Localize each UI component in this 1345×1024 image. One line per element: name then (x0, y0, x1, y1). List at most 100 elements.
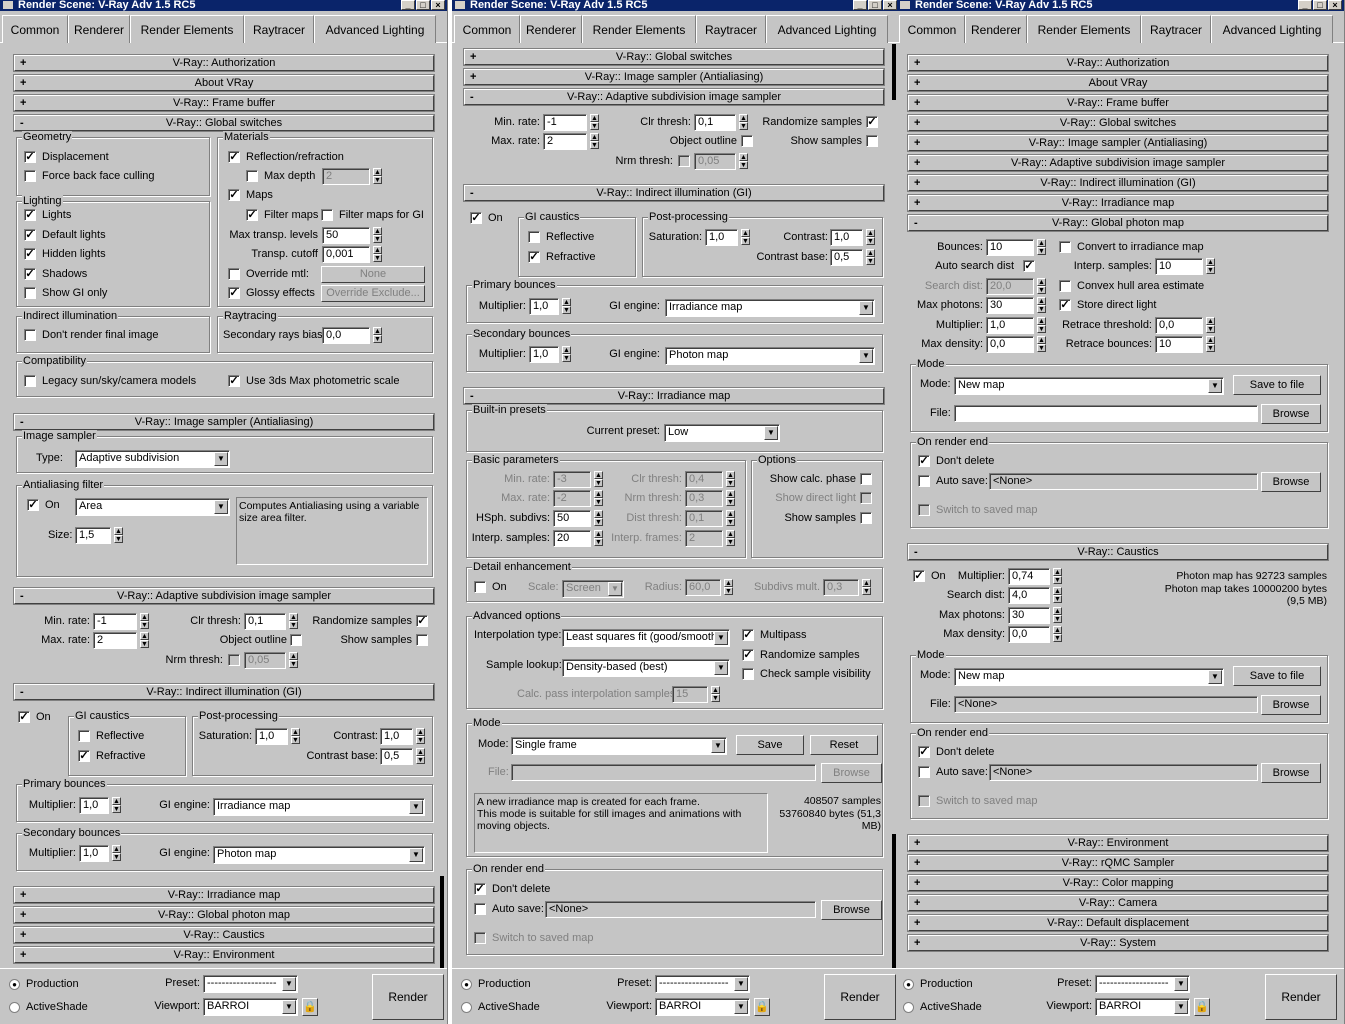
minimize-button[interactable]: _ (853, 0, 867, 10)
sampler-type-dropdown[interactable]: Adaptive subdivision ▼ (75, 450, 230, 468)
max-density-spinner[interactable]: ▲ ▼ (1037, 336, 1046, 353)
auto-save-checkbox[interactable] (474, 903, 486, 915)
rollout-environment[interactable]: + V-Ray:: Environment (907, 834, 1329, 852)
rollout-global-switches[interactable]: + V-Ray:: Global switches (907, 114, 1329, 132)
photon-multiplier-field[interactable]: 1,0 (986, 317, 1034, 334)
max-photons-spinner[interactable]: ▲ ▼ (1037, 297, 1046, 314)
max-transp-field[interactable]: 50 (322, 227, 370, 244)
maximize-button[interactable]: □ (416, 0, 430, 10)
force-backface-checkbox[interactable] (24, 170, 36, 182)
rollout-frame-buffer[interactable]: + V-Ray:: Frame buffer (13, 94, 435, 112)
tab-renderer[interactable]: Renderer (965, 15, 1027, 43)
primary-multiplier-field[interactable]: 1,0 (79, 797, 109, 814)
rollout-gi[interactable]: + V-Ray:: Indirect illumination (GI) (907, 174, 1329, 192)
calc-pass-field[interactable]: 15 (672, 686, 708, 703)
tab-renderer[interactable]: Renderer (520, 15, 582, 43)
scrollbar[interactable] (892, 44, 896, 100)
browse-button[interactable]: Browse (1261, 472, 1321, 492)
secondary-multiplier-field[interactable]: 1,0 (529, 346, 559, 363)
rollout-authorization[interactable]: + V-Ray:: Authorization (13, 54, 435, 72)
nrm-thresh-field[interactable]: 0,05 (694, 153, 736, 170)
tab-advanced-lighting[interactable]: Advanced Lighting (314, 15, 436, 43)
nrm-thresh-spinner[interactable]: ▲ ▼ (739, 153, 748, 170)
lights-checkbox[interactable]: ✓ (24, 209, 36, 221)
contrast-field[interactable]: 1,0 (380, 728, 413, 745)
rollout-image-sampler[interactable]: + V-Ray:: Image sampler (Antialiasing) (463, 68, 885, 86)
tab-render-elements[interactable]: Render Elements (582, 15, 696, 43)
radius-field[interactable]: 60,0 (685, 579, 721, 596)
refractive-checkbox[interactable]: ✓ (78, 750, 90, 762)
secondary-multiplier-spinner[interactable]: ▲ ▼ (112, 845, 121, 862)
radius-spinner[interactable]: ▲ ▼ (724, 579, 733, 596)
caustics-file-field[interactable]: <None> (954, 696, 1258, 713)
caustics-search-dist-spinner[interactable]: ▲ ▼ (1053, 587, 1062, 604)
max-density-field[interactable]: 0,0 (986, 336, 1034, 353)
min-rate-field[interactable]: -1 (543, 114, 587, 131)
auto-save-field[interactable]: <None> (989, 473, 1258, 490)
filter-size-spinner[interactable]: ▲ ▼ (114, 527, 123, 544)
save-button[interactable]: Save (736, 735, 804, 755)
caustics-max-photons-spinner[interactable]: ▲ ▼ (1053, 607, 1062, 624)
photon-file-field[interactable] (954, 405, 1258, 422)
gi-on-checkbox[interactable]: ✓ (18, 711, 30, 723)
min-rate-spinner[interactable]: ▲ ▼ (590, 114, 599, 131)
max-rate-spinner[interactable]: ▲ ▼ (140, 632, 149, 649)
viewport-dropdown[interactable]: BARROI ▼ (203, 998, 298, 1016)
rollout-global-photon-map[interactable]: - V-Ray:: Global photon map (907, 214, 1329, 232)
secondary-bias-spinner[interactable]: ▲ ▼ (373, 327, 382, 344)
saturation-field[interactable]: 1,0 (255, 728, 288, 745)
rollout-about[interactable]: + About VRay (907, 74, 1329, 92)
hidden-lights-checkbox[interactable]: ✓ (24, 248, 36, 260)
reflective-checkbox[interactable] (528, 231, 540, 243)
rollout-global-switches[interactable]: + V-Ray:: Global switches (463, 48, 885, 66)
caustics-switch-saved-checkbox[interactable] (918, 795, 930, 807)
viewport-dropdown[interactable]: BARROI ▼ (655, 998, 750, 1016)
contrast-base-spinner[interactable]: ▲ ▼ (866, 249, 875, 266)
contrast-spinner[interactable]: ▲ ▼ (416, 728, 425, 745)
render-button[interactable]: Render (372, 974, 444, 1020)
dont-delete-checkbox[interactable]: ✓ (918, 455, 930, 467)
dont-delete-checkbox[interactable]: ✓ (474, 883, 486, 895)
tab-common[interactable]: Common (2, 15, 68, 43)
interp-samples-field[interactable]: 20 (553, 530, 591, 547)
lock-icon[interactable]: 🔒 (754, 998, 770, 1016)
nrm-thresh-checkbox[interactable] (678, 155, 690, 167)
preset-dropdown[interactable]: ------------------- ▼ (1095, 975, 1190, 993)
min-rate-field[interactable]: -1 (93, 613, 137, 630)
subdivs-mult-spinner[interactable]: ▲ ▼ (862, 579, 871, 596)
caustics-dont-delete-checkbox[interactable]: ✓ (918, 746, 930, 758)
override-mtl-button[interactable]: None (321, 266, 425, 283)
contrast-base-field[interactable]: 0,5 (380, 748, 413, 765)
retrace-threshold-field[interactable]: 0,0 (1155, 317, 1203, 334)
clr-thresh-spinner[interactable]: ▲ ▼ (289, 613, 298, 630)
tab-common[interactable]: Common (454, 15, 520, 43)
refractive-checkbox[interactable]: ✓ (528, 251, 540, 263)
browse-button[interactable]: Browse (1261, 695, 1321, 715)
retrace-bounces-spinner[interactable]: ▲ ▼ (1206, 336, 1215, 353)
caustics-max-photons-field[interactable]: 30 (1008, 607, 1050, 624)
gi-on-checkbox[interactable]: ✓ (470, 212, 482, 224)
auto-save-checkbox[interactable] (918, 475, 930, 487)
tab-advanced-lighting[interactable]: Advanced Lighting (766, 15, 888, 43)
reflection-refraction-checkbox[interactable]: ✓ (228, 151, 240, 163)
randomize-samples-checkbox[interactable]: ✓ (866, 116, 878, 128)
reset-button[interactable]: Reset (810, 735, 878, 755)
rollout-irradiance-map[interactable]: + V-Ray:: Irradiance map (907, 194, 1329, 212)
caustics-mode-dropdown[interactable]: New map ▼ (954, 668, 1224, 686)
rollout-caustics[interactable]: - V-Ray:: Caustics (907, 543, 1329, 561)
scale-dropdown[interactable]: Screen ▼ (562, 580, 624, 598)
show-direct-checkbox[interactable] (860, 492, 872, 504)
check-visibility-checkbox[interactable] (742, 668, 754, 680)
max-rate-field[interactable]: 2 (93, 632, 137, 649)
viewport-dropdown[interactable]: BARROI ▼ (1095, 998, 1190, 1016)
max-rate-spinner[interactable]: ▲ ▼ (590, 133, 599, 150)
tab-advanced-lighting[interactable]: Advanced Lighting (1211, 15, 1333, 43)
render-button[interactable]: Render (1265, 974, 1337, 1020)
retrace-bounces-field[interactable]: 10 (1155, 336, 1203, 353)
irr-nrm-thresh-spinner[interactable]: ▲ ▼ (726, 490, 735, 507)
secondary-engine-dropdown[interactable]: Photon map ▼ (213, 846, 425, 864)
close-button[interactable]: × (431, 0, 445, 10)
contrast-field[interactable]: 1,0 (830, 229, 863, 246)
rollout-default-displacement[interactable]: + V-Ray:: Default displacement (907, 914, 1329, 932)
secondary-bias-field[interactable]: 0,0 (322, 327, 370, 344)
